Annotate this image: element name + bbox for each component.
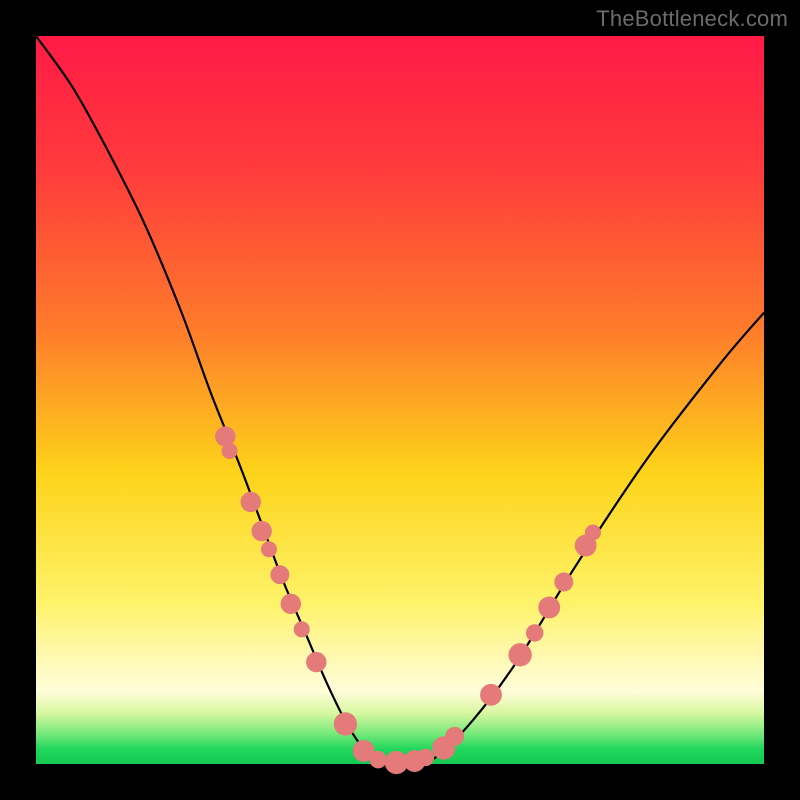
data-marker [241, 492, 261, 512]
data-marker [222, 443, 238, 459]
data-marker [261, 541, 277, 557]
bottleneck-curve [36, 36, 764, 765]
data-marker [445, 727, 464, 746]
data-marker [508, 643, 531, 666]
data-marker [369, 751, 386, 768]
data-marker [554, 573, 573, 592]
data-marker [417, 749, 434, 766]
data-marker [306, 652, 326, 672]
chart-frame: TheBottleneck.com [0, 0, 800, 800]
data-marker [585, 524, 601, 540]
attribution-text: TheBottleneck.com [596, 6, 788, 32]
plot-area [36, 36, 764, 764]
data-marker [538, 597, 560, 619]
data-marker [526, 624, 543, 641]
data-marker [270, 565, 289, 584]
data-marker [281, 594, 301, 614]
data-marker [251, 521, 271, 541]
data-marker [334, 712, 357, 735]
curve-layer [36, 36, 764, 764]
marker-group [215, 426, 601, 774]
data-marker [294, 621, 310, 637]
data-marker [480, 684, 502, 706]
